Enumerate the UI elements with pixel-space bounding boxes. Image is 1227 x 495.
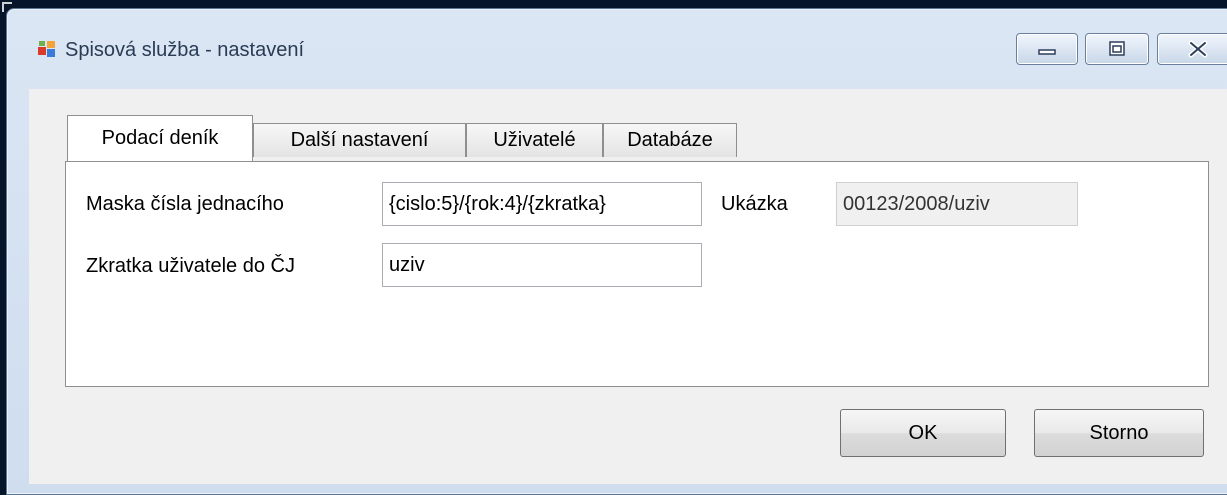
tab-dalsi-nastaveni[interactable]: Další nastavení — [253, 123, 466, 157]
minimize-button[interactable] — [1016, 33, 1078, 65]
ok-button[interactable]: OK — [840, 409, 1006, 457]
window-title: Spisová služba - nastavení — [65, 39, 305, 61]
minimize-icon — [1038, 49, 1056, 55]
mask-input[interactable]: {cislo:5}/{rok:4}/{zkratka} — [382, 182, 702, 226]
preview-field: 00123/2008/uziv — [836, 182, 1078, 226]
mask-label: Maska čísla jednacího — [86, 193, 284, 215]
app-window-icon[interactable] — [37, 39, 57, 59]
tab-databaze[interactable]: Databáze — [603, 123, 737, 157]
cancel-button[interactable]: Storno — [1034, 409, 1204, 457]
title-bar[interactable]: Spisová služba - nastavení — [7, 9, 1227, 81]
maximize-icon — [1109, 41, 1125, 56]
preview-label: Ukázka — [721, 193, 788, 215]
tab-uzivatele[interactable]: Uživatelé — [466, 123, 603, 157]
dialog-client-area: Podací deník Další nastavení Uživatelé D… — [29, 89, 1227, 484]
tab-panel-podaci-denik: Maska čísla jednacího {cislo:5}/{rok:4}/… — [65, 161, 1209, 387]
abbr-label: Zkratka uživatele do ČJ — [86, 255, 295, 277]
close-button[interactable] — [1157, 33, 1227, 65]
dialog-window: Spisová služba - nastavení Podací deník … — [6, 8, 1227, 495]
close-icon — [1188, 40, 1208, 58]
abbr-input[interactable]: uziv — [382, 243, 702, 287]
maximize-button[interactable] — [1085, 33, 1149, 65]
tab-podaci-denik[interactable]: Podací deník — [67, 115, 253, 161]
